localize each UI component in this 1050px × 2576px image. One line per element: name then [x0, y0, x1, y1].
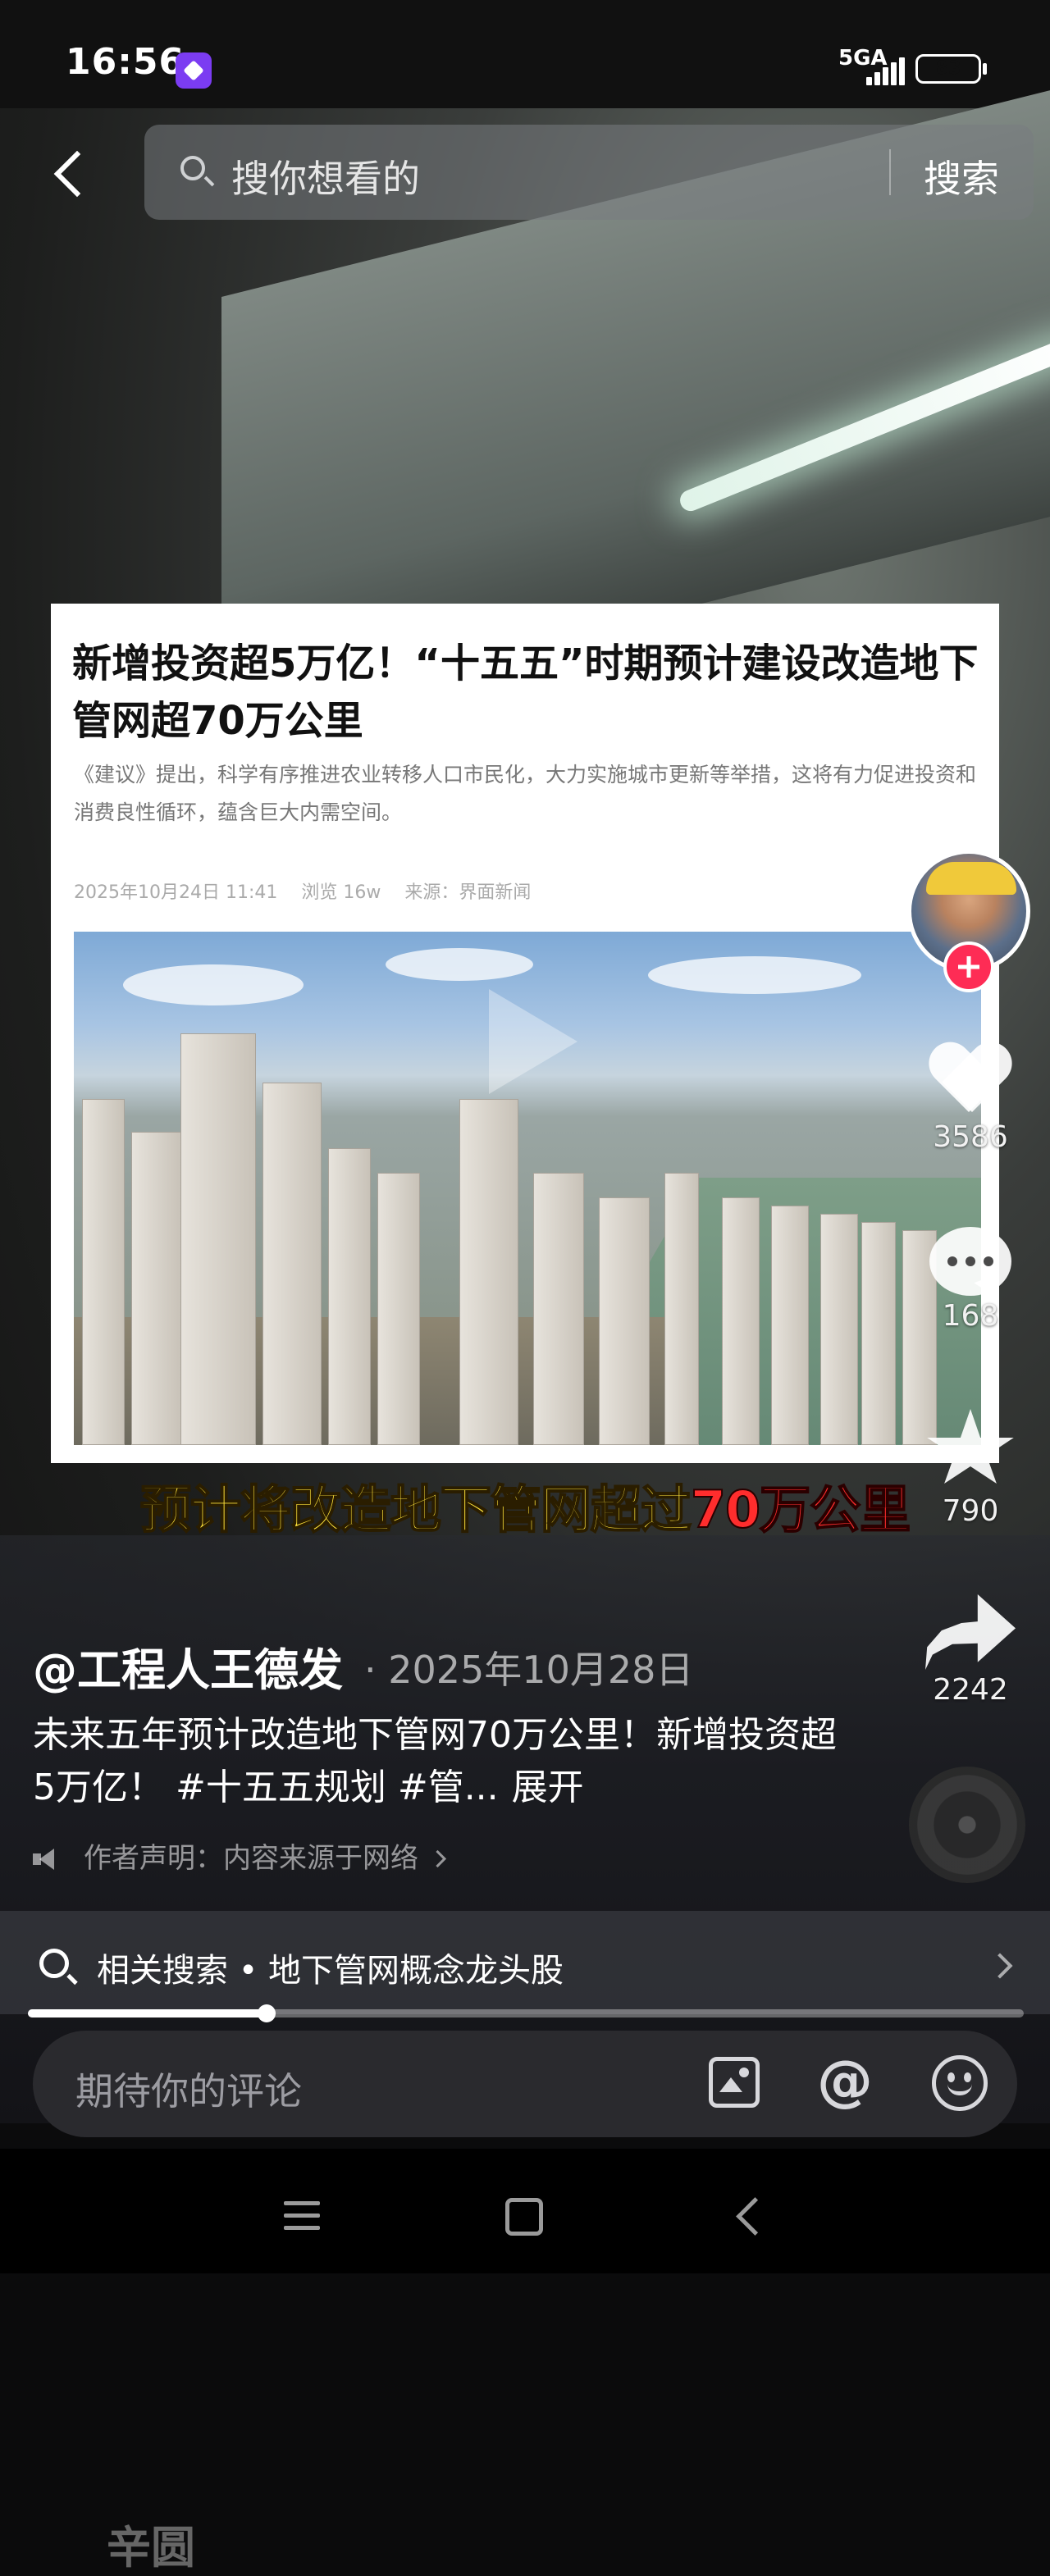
back-icon[interactable]	[46, 139, 95, 205]
article-author: 辛圆	[107, 2522, 195, 2574]
comment-button[interactable]: 168	[911, 1227, 1030, 1333]
home-icon[interactable]	[505, 2198, 543, 2236]
comment-count: 168	[942, 1299, 999, 1333]
app-notification-icon	[176, 52, 212, 89]
article-title: 新增投资超5万亿！“十五五”时期预计建设改造地下管网超70万公里	[72, 641, 979, 744]
article-meta: 辛圆 2025年10月24日 11:41 浏览 16w 来源：界面新闻	[74, 878, 549, 2574]
expand-link[interactable]: 展开	[512, 1767, 584, 1808]
article-source: 来源：界面新闻	[404, 882, 532, 903]
like-count: 3586	[933, 1120, 1008, 1154]
search-button[interactable]: 搜索	[924, 149, 999, 203]
image-icon[interactable]	[709, 2057, 760, 2108]
menu-icon[interactable]	[284, 2201, 320, 2231]
video-subtitle: 预计将改造地下管网超过70万公里	[139, 1479, 911, 1540]
at-icon[interactable]: @	[817, 2049, 873, 2113]
signal-icon	[860, 52, 905, 85]
article-views: 浏览 16w	[301, 882, 381, 903]
comment-icon	[929, 1227, 1011, 1296]
article-card: 新增投资超5万亿！“十五五”时期预计建设改造地下管网超70万公里 《建议》提出，…	[51, 604, 999, 2574]
post-date: · 2025年10月28日	[364, 1648, 694, 1692]
heart-icon	[929, 1043, 1011, 1117]
nav-back-icon[interactable]	[736, 2197, 774, 2236]
megaphone-icon	[33, 1849, 61, 1870]
battery-level: 83	[935, 58, 961, 79]
search-bar[interactable]: 搜你想看的 搜索	[144, 125, 1034, 220]
share-count: 2242	[933, 1673, 1008, 1707]
battery-icon: 83	[915, 54, 981, 84]
article-date: 2025年10月24日 11:41	[74, 882, 278, 903]
comment-placeholder[interactable]: 期待你的评论	[75, 2062, 302, 2116]
star-icon	[927, 1409, 1014, 1484]
status-bar: 16:56 5GA 83	[0, 0, 1050, 108]
favorite-button[interactable]: 790	[911, 1409, 1030, 1528]
article-summary: 《建议》提出，科学有序推进农业转移人口市民化，大力实施城市更新等举措，这将有力促…	[74, 763, 977, 824]
video-progress-bar[interactable]	[28, 2004, 1024, 2022]
share-icon	[925, 1594, 1016, 1670]
emoji-icon[interactable]	[932, 2055, 988, 2111]
city-photo	[74, 932, 981, 1445]
author-name[interactable]: @工程人王德发	[33, 1634, 343, 1698]
status-time: 16:56	[66, 41, 185, 83]
related-search-bar[interactable]: 相关搜索 • 地下管网概念龙头股	[0, 1911, 1050, 2014]
like-button[interactable]: 3586	[911, 1043, 1030, 1154]
favorite-count: 790	[942, 1494, 999, 1528]
share-button[interactable]: 2242	[911, 1594, 1030, 1707]
music-disc-icon[interactable]	[909, 1767, 1025, 1883]
search-icon	[39, 1949, 69, 1978]
related-search-text: 相关搜索 • 地下管网概念龙头股	[97, 1952, 564, 1990]
chevron-right-icon	[428, 1849, 447, 1868]
search-icon	[180, 156, 205, 180]
comment-input[interactable]: 期待你的评论 @	[33, 2031, 1017, 2137]
author-declaration[interactable]: 作者声明：内容来源于网络	[33, 1835, 447, 1876]
play-icon	[489, 989, 578, 1094]
system-nav-bar	[0, 2149, 1050, 2273]
post-description[interactable]: 未来五年预计改造地下管网70万公里！新增投资超5万亿！ #十五五规划 #管...…	[33, 1709, 837, 1814]
chevron-right-icon	[987, 1953, 1013, 1979]
search-input[interactable]: 搜你想看的	[231, 149, 420, 203]
follow-plus-icon[interactable]	[943, 941, 994, 992]
